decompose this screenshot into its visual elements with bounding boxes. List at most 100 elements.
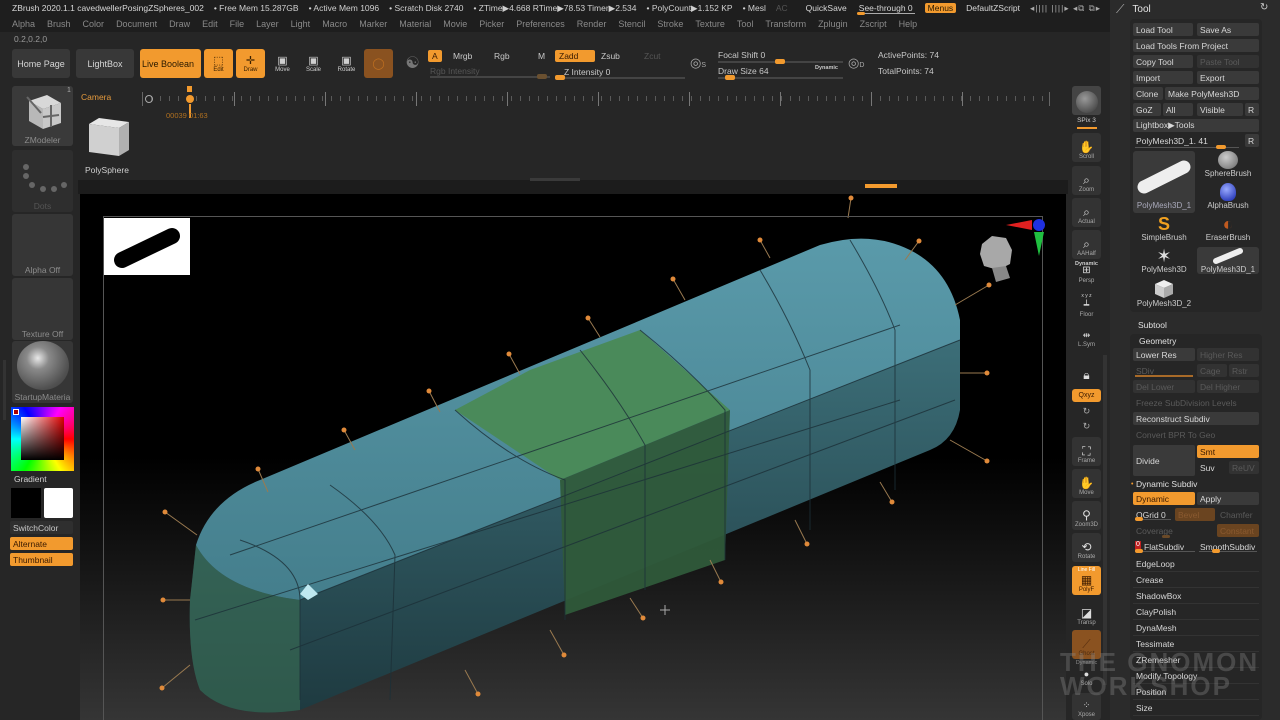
menu-picker[interactable]: Picker <box>479 19 504 29</box>
reuv-toggle[interactable]: ReUV <box>1229 461 1259 474</box>
zsub-toggle[interactable]: Zsub <box>597 50 624 62</box>
menu-layer[interactable]: Layer <box>256 19 279 29</box>
sdiv-track[interactable] <box>1135 375 1193 377</box>
coverage-knob[interactable] <box>1162 535 1170 538</box>
left-tray-scrollbar[interactable] <box>3 360 6 420</box>
paste-tool-button[interactable]: Paste Tool <box>1197 55 1259 68</box>
right-tray-scrollbar[interactable] <box>1103 355 1107 685</box>
frame-button[interactable]: ⛶ Frame <box>1072 437 1101 466</box>
chamfer-toggle[interactable]: Chamfer <box>1217 508 1259 521</box>
brush-tile-polymesh3d-1[interactable]: PolyMesh3D_1 <box>1197 247 1259 274</box>
menu-zscript[interactable]: Zscript <box>860 19 887 29</box>
draw-button[interactable]: ✛ Draw <box>236 49 265 78</box>
divide-button[interactable]: Divide <box>1133 445 1195 476</box>
menu-movie[interactable]: Movie <box>443 19 467 29</box>
smooth-subdiv-knob[interactable] <box>1212 549 1220 553</box>
zoom-button[interactable]: ⌕ Zoom <box>1072 166 1101 195</box>
smooth-subdiv-track[interactable] <box>1199 551 1257 552</box>
rgb-toggle[interactable]: Rgb <box>490 50 514 62</box>
lower-res-button[interactable]: Lower Res <box>1133 348 1195 361</box>
convert-bpr-button[interactable]: Convert BPR To Geo <box>1133 428 1259 441</box>
zmodeler-brush-tile[interactable]: ZModeler <box>12 86 73 146</box>
dynamic-subdiv-toggle[interactable]: Dynamic <box>1133 492 1195 505</box>
menu-brush[interactable]: Brush <box>47 19 71 29</box>
suv-toggle[interactable]: Suv <box>1197 461 1227 474</box>
section-crease[interactable]: Crease <box>1133 572 1259 588</box>
timeline-handle-top[interactable] <box>187 86 192 92</box>
brush-tile-polymesh3d-2[interactable]: PolyMesh3D_2 <box>1133 279 1195 308</box>
menu-document[interactable]: Document <box>116 19 157 29</box>
canvas-scroll-indicator[interactable] <box>865 184 897 188</box>
qgrid-knob[interactable] <box>1135 517 1143 521</box>
live-boolean-button[interactable]: Live Boolean <box>140 49 201 78</box>
material-swatch-button[interactable]: ◯ <box>364 49 393 78</box>
rgb-intensity-knob[interactable] <box>537 74 547 79</box>
apply-subdiv-button[interactable]: Apply <box>1197 492 1259 505</box>
timeline-track[interactable] <box>142 92 1050 106</box>
menu-tool[interactable]: Tool <box>737 19 754 29</box>
alternate-button[interactable]: Alternate <box>10 537 73 550</box>
lightbox-tools-button[interactable]: Lightbox▶Tools <box>1133 119 1259 132</box>
actual-button[interactable]: ⌕ Actual <box>1072 198 1101 227</box>
reset-icon[interactable]: ↻ <box>1260 2 1268 13</box>
load-tools-from-project-button[interactable]: Load Tools From Project <box>1133 39 1259 52</box>
section-dynamesh[interactable]: DynaMesh <box>1133 620 1259 636</box>
del-lower-button[interactable]: Del Lower <box>1133 380 1195 393</box>
menu-light[interactable]: Light <box>291 19 311 29</box>
qxyz-button[interactable]: Qxyz <box>1072 389 1101 402</box>
make-polymesh3d-button[interactable]: Make PolyMesh3D <box>1165 87 1259 100</box>
brush-tile-polymesh3d[interactable]: ✶ PolyMesh3D <box>1133 247 1195 274</box>
clone-button[interactable]: Clone <box>1133 87 1163 100</box>
persp-button[interactable]: ⊞ Persp <box>1072 264 1101 286</box>
freeze-subdivision-button[interactable]: Freeze SubDivision Levels <box>1133 396 1259 409</box>
coverage-slider[interactable]: Coverage <box>1133 524 1213 537</box>
gradient-sphere-button[interactable]: ☯ <box>398 49 427 78</box>
copy-tool-button[interactable]: Copy Tool <box>1133 55 1193 68</box>
dynamic-subdiv-section[interactable]: Dynamic Subdiv <box>1136 479 1197 489</box>
timeline-start-marker[interactable] <box>145 95 153 103</box>
lsym-button[interactable]: ⇹ L.Sym <box>1072 330 1101 350</box>
color-saturation-square[interactable] <box>21 417 64 460</box>
smt-toggle[interactable]: Smt <box>1197 445 1259 458</box>
menu-marker[interactable]: Marker <box>359 19 387 29</box>
menu-preferences[interactable]: Preferences <box>516 19 565 29</box>
menus-button[interactable]: Menus <box>924 3 957 13</box>
load-tool-button[interactable]: Load Tool <box>1133 23 1193 36</box>
transp-button[interactable]: ◪ Transp <box>1072 599 1101 628</box>
aahalf-button[interactable]: ⌕ AAHalf <box>1072 230 1101 259</box>
menu-stencil[interactable]: Stencil <box>618 19 645 29</box>
current-tool-knob[interactable] <box>1216 145 1226 149</box>
menu-help[interactable]: Help <box>899 19 918 29</box>
canvas-resize-handle[interactable] <box>530 178 580 181</box>
menu-texture[interactable]: Texture <box>695 19 725 29</box>
head-navigator[interactable] <box>976 234 1016 290</box>
see-through-slider[interactable]: See-through 0 <box>856 3 915 15</box>
section-size[interactable]: Size <box>1133 700 1259 716</box>
zcut-toggle[interactable]: Zcut <box>640 50 665 62</box>
subtool-section[interactable]: Subtool <box>1138 320 1167 330</box>
goz-visible-button[interactable]: Visible <box>1197 103 1243 116</box>
m-toggle[interactable]: M <box>534 50 549 62</box>
layout-arrows-icon[interactable]: ◂|||| ||||▸ ◂⧉ ⧉▸ <box>1030 3 1101 14</box>
geometry-section[interactable]: Geometry <box>1139 336 1176 346</box>
secondary-color-white[interactable] <box>44 488 73 518</box>
polyf-button[interactable]: Line Fill ▦ PolyF <box>1072 566 1101 595</box>
rstr-button[interactable]: Rstr <box>1229 364 1259 377</box>
dynamic-toggle[interactable]: Dynamic <box>815 65 838 71</box>
floor-button[interactable]: ┷ Floor <box>1072 300 1101 320</box>
switch-color-button[interactable]: SwitchColor <box>10 521 73 534</box>
goz-button[interactable]: GoZ <box>1133 103 1161 116</box>
menu-color[interactable]: Color <box>83 19 105 29</box>
bevel-toggle[interactable]: Bevel <box>1175 508 1215 521</box>
reconstruct-subdiv-button[interactable]: Reconstruct Subdiv <box>1133 412 1259 425</box>
mrgb-toggle[interactable]: Mrgb <box>449 50 476 62</box>
edit-button[interactable]: ⬚ Edit <box>204 49 233 78</box>
menu-edit[interactable]: Edit <box>202 19 218 29</box>
section-edgeloop[interactable]: EdgeLoop <box>1133 556 1259 572</box>
brush-tile-spherebrush[interactable]: SphereBrush <box>1198 151 1258 178</box>
rotate-z-icon[interactable]: ↻ <box>1070 421 1103 432</box>
section-shadowbox[interactable]: ShadowBox <box>1133 588 1259 604</box>
rgb-intensity-slider[interactable] <box>430 76 550 78</box>
zadd-toggle[interactable]: Zadd <box>555 50 595 62</box>
section-claypolish[interactable]: ClayPolish <box>1133 604 1259 620</box>
